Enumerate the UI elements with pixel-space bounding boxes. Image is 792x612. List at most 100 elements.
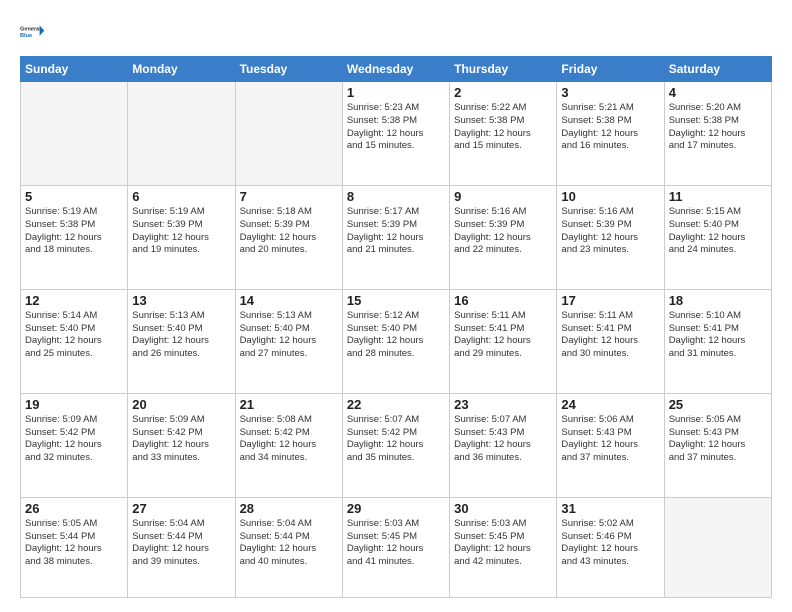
day-number: 6: [132, 189, 230, 204]
weekday-header: Tuesday: [235, 57, 342, 82]
svg-text:Blue: Blue: [20, 33, 32, 39]
day-number: 20: [132, 397, 230, 412]
day-info: Sunrise: 5:02 AMSunset: 5:46 PMDaylight:…: [561, 518, 659, 569]
day-number: 11: [669, 189, 767, 204]
day-info: Sunrise: 5:13 AMSunset: 5:40 PMDaylight:…: [240, 310, 338, 361]
day-number: 31: [561, 501, 659, 516]
day-info: Sunrise: 5:04 AMSunset: 5:44 PMDaylight:…: [240, 518, 338, 569]
day-info: Sunrise: 5:09 AMSunset: 5:42 PMDaylight:…: [25, 414, 123, 465]
day-info: Sunrise: 5:05 AMSunset: 5:43 PMDaylight:…: [669, 414, 767, 465]
day-info: Sunrise: 5:14 AMSunset: 5:40 PMDaylight:…: [25, 310, 123, 361]
day-number: 28: [240, 501, 338, 516]
day-info: Sunrise: 5:12 AMSunset: 5:40 PMDaylight:…: [347, 310, 445, 361]
day-number: 27: [132, 501, 230, 516]
calendar-cell: 11 Sunrise: 5:15 AMSunset: 5:40 PMDayligh…: [664, 185, 771, 289]
day-info: Sunrise: 5:16 AMSunset: 5:39 PMDaylight:…: [561, 206, 659, 257]
calendar-cell: 21Sunrise: 5:08 AMSunset: 5:42 PMDayligh…: [235, 393, 342, 497]
day-number: 18: [669, 293, 767, 308]
calendar-cell: 4 Sunrise: 5:20 AMSunset: 5:38 PMDaylight…: [664, 82, 771, 186]
day-info: Sunrise: 5:03 AMSunset: 5:45 PMDaylight:…: [454, 518, 552, 569]
weekday-header: Monday: [128, 57, 235, 82]
day-info: Sunrise: 5:18 AMSunset: 5:39 PMDaylight:…: [240, 206, 338, 257]
weekday-header: Saturday: [664, 57, 771, 82]
calendar-cell: 5Sunrise: 5:19 AMSunset: 5:38 PMDaylight…: [21, 185, 128, 289]
day-info: Sunrise: 5:05 AMSunset: 5:44 PMDaylight:…: [25, 518, 123, 569]
day-number: 4: [669, 85, 767, 100]
day-number: 21: [240, 397, 338, 412]
day-info: Sunrise: 5:23 AMSunset: 5:38 PMDaylight:…: [347, 102, 445, 153]
calendar-cell: 2 Sunrise: 5:22 AMSunset: 5:38 PMDaylight…: [450, 82, 557, 186]
header: GeneralBlue: [20, 18, 772, 46]
calendar-cell: 23 Sunrise: 5:07 AMSunset: 5:43 PMDayligh…: [450, 393, 557, 497]
logo: GeneralBlue: [20, 18, 48, 46]
day-number: 24: [561, 397, 659, 412]
calendar-cell: [664, 497, 771, 597]
calendar-cell: 1 Sunrise: 5:23 AMSunset: 5:38 PMDaylight…: [342, 82, 449, 186]
day-number: 13: [132, 293, 230, 308]
calendar-cell: 14 Sunrise: 5:13 AMSunset: 5:40 PMDayligh…: [235, 289, 342, 393]
day-number: 17: [561, 293, 659, 308]
day-info: Sunrise: 5:16 AMSunset: 5:39 PMDaylight:…: [454, 206, 552, 257]
day-number: 22: [347, 397, 445, 412]
day-info: Sunrise: 5:13 AMSunset: 5:40 PMDaylight:…: [132, 310, 230, 361]
day-info: Sunrise: 5:21 AMSunset: 5:38 PMDaylight:…: [561, 102, 659, 153]
calendar-cell: 29 Sunrise: 5:03 AMSunset: 5:45 PMDayligh…: [342, 497, 449, 597]
calendar-cell: 26Sunrise: 5:05 AMSunset: 5:44 PMDayligh…: [21, 497, 128, 597]
day-number: 8: [347, 189, 445, 204]
day-info: Sunrise: 5:06 AMSunset: 5:43 PMDaylight:…: [561, 414, 659, 465]
calendar-cell: 7 Sunrise: 5:18 AMSunset: 5:39 PMDaylight…: [235, 185, 342, 289]
day-info: Sunrise: 5:10 AMSunset: 5:41 PMDaylight:…: [669, 310, 767, 361]
calendar-cell: 31 Sunrise: 5:02 AMSunset: 5:46 PMDayligh…: [557, 497, 664, 597]
calendar-cell: 20 Sunrise: 5:09 AMSunset: 5:42 PMDayligh…: [128, 393, 235, 497]
calendar-cell: [235, 82, 342, 186]
calendar-table: SundayMondayTuesdayWednesdayThursdayFrid…: [20, 56, 772, 598]
day-number: 3: [561, 85, 659, 100]
calendar-cell: 8Sunrise: 5:17 AMSunset: 5:39 PMDaylight…: [342, 185, 449, 289]
day-number: 29: [347, 501, 445, 516]
day-info: Sunrise: 5:15 AMSunset: 5:40 PMDaylight:…: [669, 206, 767, 257]
day-number: 23: [454, 397, 552, 412]
calendar-cell: 16 Sunrise: 5:11 AMSunset: 5:41 PMDayligh…: [450, 289, 557, 393]
day-info: Sunrise: 5:22 AMSunset: 5:38 PMDaylight:…: [454, 102, 552, 153]
day-number: 10: [561, 189, 659, 204]
calendar-cell: 13 Sunrise: 5:13 AMSunset: 5:40 PMDayligh…: [128, 289, 235, 393]
calendar-cell: 25Sunrise: 5:05 AMSunset: 5:43 PMDayligh…: [664, 393, 771, 497]
day-info: Sunrise: 5:20 AMSunset: 5:38 PMDaylight:…: [669, 102, 767, 153]
day-number: 1: [347, 85, 445, 100]
day-info: Sunrise: 5:09 AMSunset: 5:42 PMDaylight:…: [132, 414, 230, 465]
calendar-cell: 19Sunrise: 5:09 AMSunset: 5:42 PMDayligh…: [21, 393, 128, 497]
day-info: Sunrise: 5:04 AMSunset: 5:44 PMDaylight:…: [132, 518, 230, 569]
calendar-cell: 27 Sunrise: 5:04 AMSunset: 5:44 PMDayligh…: [128, 497, 235, 597]
calendar-cell: 17Sunrise: 5:11 AMSunset: 5:41 PMDayligh…: [557, 289, 664, 393]
calendar-cell: 18 Sunrise: 5:10 AMSunset: 5:41 PMDayligh…: [664, 289, 771, 393]
calendar-cell: [21, 82, 128, 186]
day-number: 14: [240, 293, 338, 308]
day-number: 2: [454, 85, 552, 100]
calendar-cell: 22 Sunrise: 5:07 AMSunset: 5:42 PMDayligh…: [342, 393, 449, 497]
svg-text:General: General: [20, 27, 41, 33]
calendar-cell: 15Sunrise: 5:12 AMSunset: 5:40 PMDayligh…: [342, 289, 449, 393]
calendar-cell: 12 Sunrise: 5:14 AMSunset: 5:40 PMDayligh…: [21, 289, 128, 393]
calendar-cell: 24 Sunrise: 5:06 AMSunset: 5:43 PMDayligh…: [557, 393, 664, 497]
calendar-cell: 9 Sunrise: 5:16 AMSunset: 5:39 PMDaylight…: [450, 185, 557, 289]
calendar-cell: 30Sunrise: 5:03 AMSunset: 5:45 PMDayligh…: [450, 497, 557, 597]
day-number: 9: [454, 189, 552, 204]
day-number: 7: [240, 189, 338, 204]
logo-icon: GeneralBlue: [20, 18, 48, 46]
calendar-cell: 10 Sunrise: 5:16 AMSunset: 5:39 PMDayligh…: [557, 185, 664, 289]
calendar-cell: [128, 82, 235, 186]
day-number: 5: [25, 189, 123, 204]
day-number: 12: [25, 293, 123, 308]
calendar-cell: 3 Sunrise: 5:21 AMSunset: 5:38 PMDaylight…: [557, 82, 664, 186]
day-number: 16: [454, 293, 552, 308]
weekday-header: Sunday: [21, 57, 128, 82]
day-info: Sunrise: 5:11 AMSunset: 5:41 PMDaylight:…: [454, 310, 552, 361]
page: GeneralBlue SundayMondayTuesdayWednesday…: [0, 0, 792, 612]
day-info: Sunrise: 5:03 AMSunset: 5:45 PMDaylight:…: [347, 518, 445, 569]
calendar-cell: 6Sunrise: 5:19 AMSunset: 5:39 PMDaylight…: [128, 185, 235, 289]
weekday-header: Thursday: [450, 57, 557, 82]
day-info: Sunrise: 5:07 AMSunset: 5:43 PMDaylight:…: [454, 414, 552, 465]
weekday-header: Wednesday: [342, 57, 449, 82]
day-info: Sunrise: 5:07 AMSunset: 5:42 PMDaylight:…: [347, 414, 445, 465]
calendar-cell: 28 Sunrise: 5:04 AMSunset: 5:44 PMDayligh…: [235, 497, 342, 597]
